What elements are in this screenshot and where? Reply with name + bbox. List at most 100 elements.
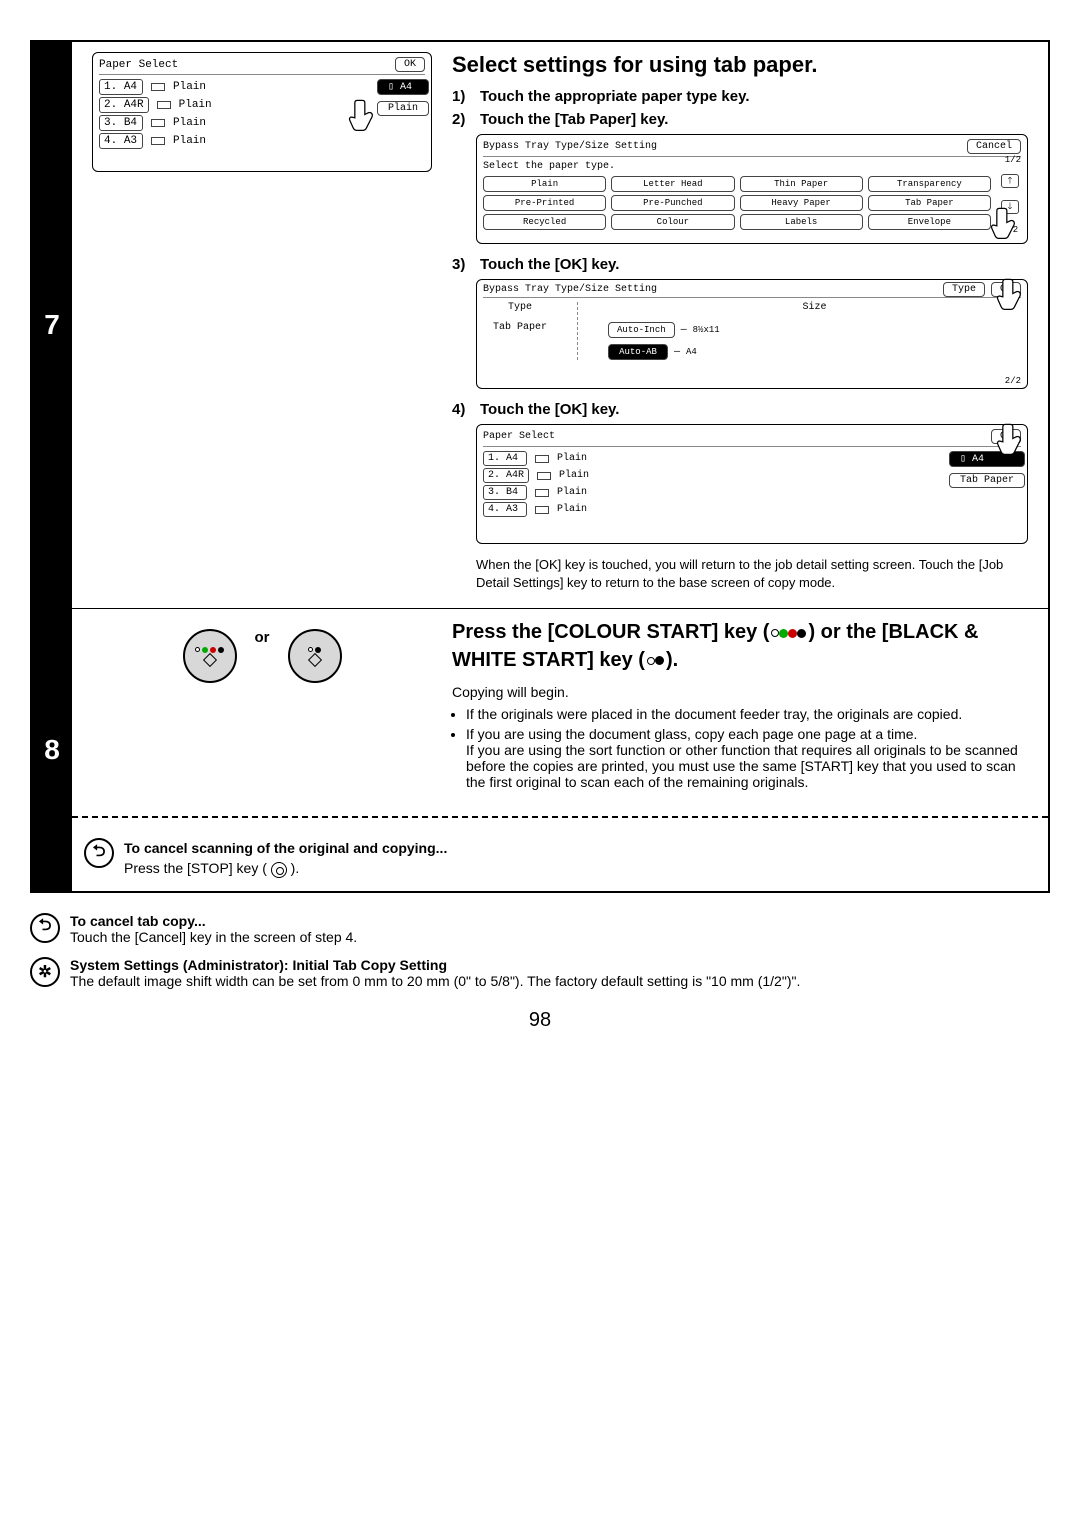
tray-icon [535,506,549,514]
page-number: 98 [0,1009,1080,1032]
tray4-type: Plain [173,135,217,147]
auto-ab-button[interactable]: Auto-AB [608,344,668,360]
paper-select-title: Paper Select [483,431,555,442]
paper-type-heavy[interactable]: Heavy Paper [740,195,863,211]
tray1-size: A4 [124,81,137,93]
bw-start-button[interactable] [288,629,342,683]
cancel-scanning-row: ⮌ To cancel scanning of the original and… [72,830,1048,891]
tray3-no: 3. [104,117,117,129]
step-8-row: 8 or Press the [COLOUR START] [32,608,1048,890]
cancel-scan-heading: To cancel scanning of the original and c… [124,840,447,856]
substep4-text: Touch the [OK] key. [480,401,619,418]
substep1-num: 1) [452,88,474,105]
ftray2-no: 2. [488,470,500,481]
tray3-type: Plain [173,117,217,129]
ftray4-size: A3 [506,504,518,515]
step-7-row: 7 Paper Select OK 1. A4Plain 2. A4RPlain… [32,42,1048,608]
touch-finger-icon [989,205,1023,245]
ftray1-no: 1. [488,453,500,464]
paper-type-prepunched[interactable]: Pre-Punched [611,195,734,211]
sysset-body: The default image shift width can be set… [70,973,800,989]
step8-right-column: Press the [COLOUR START] key () or the [… [442,609,1048,804]
tray2-type: Plain [179,99,223,111]
auto-inch-size: 8½x11 [693,325,720,335]
step-number-8: 8 [32,609,72,890]
colour-start-button[interactable] [183,629,237,683]
tray-icon [535,489,549,497]
lcd-type-size: Bypass Tray Type/Size Setting Type OK Ty… [476,279,1028,389]
tray-icon [535,455,549,463]
paper-type-preprinted[interactable]: Pre-Printed [483,195,606,211]
paper-type-plain[interactable]: Plain [483,176,606,192]
tray-icon [157,101,171,109]
tray3-size: B4 [124,117,137,129]
touch-finger-icon [995,421,1029,461]
return-icon: ⮌ [30,913,60,943]
tray-icon [151,137,165,145]
tray-icon [537,472,551,480]
ftray1-type: Plain [557,453,601,464]
typesize-page: 2/2 [1005,376,1021,386]
lcd-bypass-type: Bypass Tray Type/Size Setting Cancel Sel… [476,134,1028,244]
ftray3-no: 3. [488,487,500,498]
lcd-paper-select-final: Paper Select OK 1. A4Plain 2. A4RPlain 3… [476,424,1028,544]
bypass-cancel-button[interactable]: Cancel [967,139,1021,154]
ftray3-type: Plain [557,487,601,498]
type-col-header: Type [508,302,532,313]
side-paper-type[interactable]: Plain [377,101,429,116]
type-tab-button[interactable]: Type [943,282,985,297]
paper-type-transparency[interactable]: Transparency [868,176,991,192]
typesize-title: Bypass Tray Type/Size Setting [483,284,657,295]
ftray1-size: A4 [506,453,518,464]
cancel-scan-body: Press the [STOP] key ( [124,860,271,876]
tray2-no: 2. [104,99,117,111]
dashed-separator [72,816,1048,818]
ok-button[interactable]: OK [395,57,425,72]
step-number-7: 7 [32,42,72,608]
ftray4-type: Plain [557,504,601,515]
step7-title: Select settings for using tab paper. [452,52,1028,78]
type-value: Tab Paper [493,322,547,333]
return-icon: ⮌ [84,838,114,868]
scroll-up-button[interactable]: 🡑 [1001,174,1019,188]
step8-title: Press the [COLOUR START] key () or the [… [452,619,1028,673]
size-col-header: Size [803,302,827,313]
bypass-prompt: Select the paper type. [483,161,615,172]
diamond-icon [307,653,321,667]
paper-type-labels[interactable]: Labels [740,214,863,230]
gear-icon: ✲ [30,957,60,987]
stop-key-icon [271,862,287,878]
paper-select-title: Paper Select [99,59,178,71]
side-selected-size[interactable]: ▯ A4 [377,79,429,95]
sysset-heading: System Settings (Administrator): Initial… [70,957,447,973]
substep3-text: Touch the [OK] key. [480,256,619,273]
auto-inch-button[interactable]: Auto-Inch [608,322,675,338]
substep2-num: 2) [452,111,474,128]
auto-ab-size: A4 [686,347,697,357]
paper-type-envelope[interactable]: Envelope [868,214,991,230]
ftray2-type: Plain [559,470,603,481]
paper-type-letterhead[interactable]: Letter Head [611,176,734,192]
cancel-tab-body: Touch the [Cancel] key in the screen of … [70,929,357,945]
touch-finger-icon [347,97,381,137]
copying-begin: Copying will begin. [452,682,1028,702]
paper-type-tab[interactable]: Tab Paper [868,195,991,211]
substep1-text: Touch the appropriate paper type key. [480,88,750,105]
tray-icon [151,83,165,91]
bullet-2: If you are using the document glass, cop… [466,726,1028,790]
touch-finger-icon [995,276,1029,316]
paper-type-thin[interactable]: Thin Paper [740,176,863,192]
step7-left-column: Paper Select OK 1. A4Plain 2. A4RPlain 3… [72,42,442,608]
tray1-no: 1. [104,81,117,93]
side-paper-type[interactable]: Tab Paper [949,473,1025,488]
substep3-num: 3) [452,256,474,273]
lcd-paper-select-top: Paper Select OK 1. A4Plain 2. A4RPlain 3… [92,52,432,172]
page-frame: 7 Paper Select OK 1. A4Plain 2. A4RPlain… [30,40,1050,893]
paper-type-recycled[interactable]: Recycled [483,214,606,230]
tray1-type: Plain [173,81,217,93]
bypass-title: Bypass Tray Type/Size Setting [483,141,657,152]
ftray4-no: 4. [488,504,500,515]
paper-type-colour[interactable]: Colour [611,214,734,230]
substep2-text: Touch the [Tab Paper] key. [480,111,668,128]
step8-bullets: If the originals were placed in the docu… [466,706,1028,790]
